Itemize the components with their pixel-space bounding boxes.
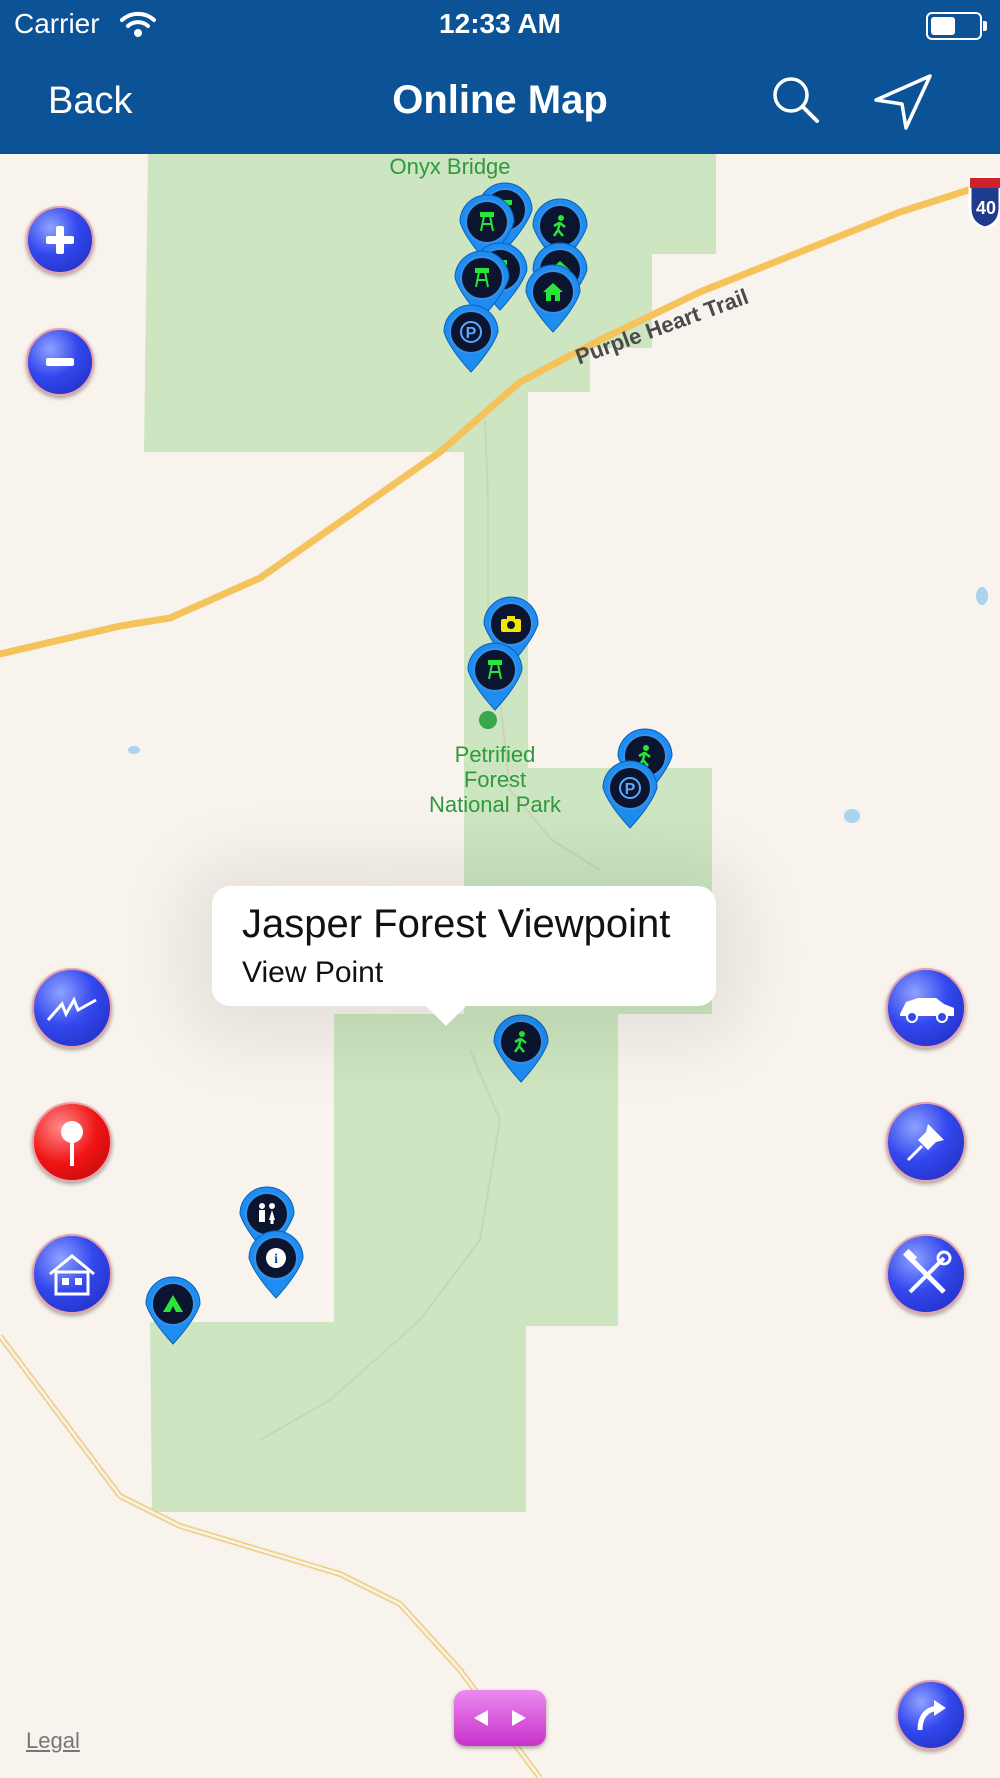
tools-button[interactable]	[886, 1234, 966, 1314]
parking-icon: P	[602, 760, 658, 829]
zoom-out-button[interactable]	[26, 328, 94, 396]
legal-link[interactable]: Legal	[26, 1728, 80, 1754]
share-icon	[917, 1700, 946, 1731]
elevation-profile-button[interactable]	[32, 968, 112, 1048]
svg-text:i: i	[274, 1252, 278, 1267]
map-pin-parking[interactable]: P	[602, 760, 658, 830]
park-name-line1: Petrified	[454, 742, 536, 767]
tent-icon	[145, 1276, 201, 1345]
callout-subtitle: View Point	[242, 956, 384, 989]
map-pin-tent[interactable]	[145, 1276, 201, 1346]
svg-text:P: P	[625, 781, 636, 798]
park-name-label: Petrified Forest National Park	[400, 742, 590, 817]
poi-callout[interactable]: Jasper Forest Viewpoint View Point	[212, 886, 716, 1026]
elevation-icon	[46, 996, 97, 1021]
status-bar: Carrier 12:33 AM	[0, 0, 1000, 50]
svg-text:P: P	[466, 325, 477, 342]
zoom-in-button[interactable]	[26, 206, 94, 274]
search-icon[interactable]	[770, 74, 822, 126]
left-right-arrows-icon	[474, 1710, 526, 1726]
park-name-line3: National Park	[428, 792, 562, 817]
tools-icon	[902, 1248, 952, 1294]
map-pin-hiker[interactable]	[493, 1014, 549, 1084]
layer-switch-button[interactable]	[454, 1690, 546, 1746]
onyx-bridge-label: Onyx Bridge	[389, 154, 511, 179]
home-button[interactable]	[32, 1234, 112, 1314]
hiker-icon	[493, 1014, 549, 1083]
pushpin-icon	[906, 1124, 944, 1162]
callout-title: Jasper Forest Viewpoint	[242, 902, 671, 946]
driving-directions-button[interactable]	[886, 968, 966, 1048]
minus-icon	[46, 358, 74, 366]
plus-icon	[46, 226, 74, 254]
park-name-line2: Forest	[463, 767, 527, 792]
status-time: 12:33 AM	[439, 8, 561, 39]
car-icon	[900, 998, 954, 1023]
navigation-bar: Back Online Map	[0, 50, 1000, 154]
house-icon	[49, 1254, 95, 1296]
share-button[interactable]	[896, 1680, 966, 1750]
info-icon: i	[248, 1230, 304, 1299]
tower-icon	[467, 642, 523, 711]
location-arrow-icon[interactable]	[872, 72, 934, 132]
map-pin-parking[interactable]: P	[443, 304, 499, 374]
parking-icon: P	[443, 304, 499, 373]
battery-icon	[926, 12, 987, 40]
page-title: Online Map	[392, 78, 608, 122]
pin-icon	[61, 1121, 83, 1166]
home-icon	[525, 264, 581, 333]
map-pin-info[interactable]: i	[248, 1230, 304, 1300]
map-pin-tower[interactable]	[467, 642, 523, 712]
interstate-shield-number: 40	[976, 198, 997, 218]
map-pin-home[interactable]	[525, 264, 581, 334]
drop-pin-button[interactable]	[32, 1102, 112, 1182]
map-view[interactable]: Onyx Bridge Purple Heart Trail Petrified…	[0, 154, 1000, 1778]
pushpin-button[interactable]	[886, 1102, 966, 1182]
